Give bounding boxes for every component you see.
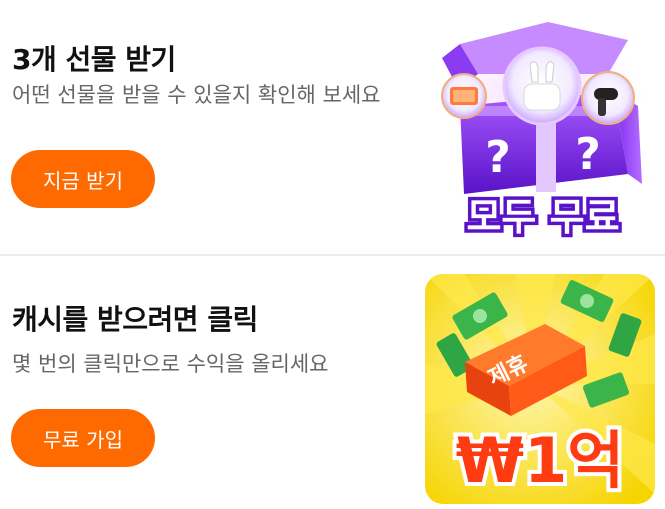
free-badge-text: 모두 무료 [466,195,619,239]
gift-offer-card[interactable]: 3개 선물 받기 어떤 선물을 받을 수 있을지 확인해 보세요 지금 받기 ?… [0,0,665,255]
svg-text:?: ? [575,129,601,180]
svg-text:?: ? [485,132,511,183]
free-signup-button[interactable]: 무료 가입 [11,409,155,467]
cash-offer-subtitle: 몇 번의 클릭만으로 수익을 올리세요 [12,352,329,376]
cash-promo-image: 제휴 ₩1억 [425,274,655,504]
get-now-button[interactable]: 지금 받기 [11,150,155,208]
amount-text: ₩1억 [456,424,625,497]
gift-box-image: ? ? 모두 무료 [441,22,643,243]
cash-offer-title: 캐시를 받으려면 클릭 [12,303,258,336]
gift-offer-subtitle: 어떤 선물을 받을 수 있을지 확인해 보세요 [12,83,381,107]
gift-offer-title: 3개 선물 받기 [12,43,176,76]
cash-offer-card[interactable]: 캐시를 받으려면 클릭 몇 번의 클릭만으로 수익을 올리세요 무료 가입 제휴… [0,256,665,509]
